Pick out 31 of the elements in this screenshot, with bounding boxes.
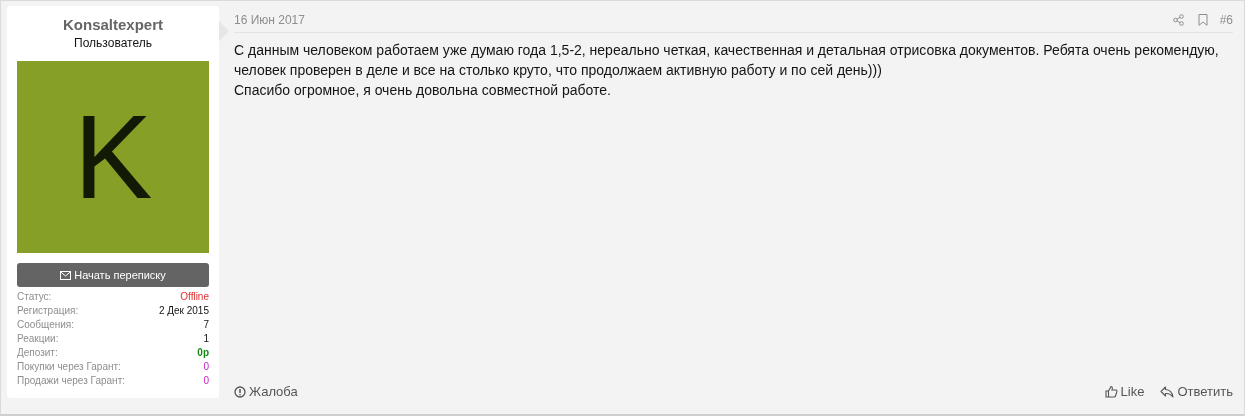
post-text: С данным человеком работаем уже думаю года 1,5-2, нереально четкая, качественная и детальная отрисовка документов. Ребята очень рекомендую, человек проверен в деле и все на столько круто, что продолжаем активную работу и по сей день))) Спасибо огромное, я очень довольна совместной работе. [234,41,1220,100]
stat-value: Offline [180,290,209,304]
stat-value: 1 [203,332,209,346]
stat-value: 0р [197,346,209,360]
stat-label: Продажи через Гарант: [17,374,125,388]
thumbs-up-icon [1104,385,1118,398]
bookmark-icon[interactable] [1197,13,1208,26]
user-role: Пользователь [73,36,153,51]
stat-label: Покупки через Гарант: [17,360,121,374]
stat-label: Статус: [17,290,52,304]
stat-value: 0 [203,360,209,374]
avatar[interactable]: K [17,61,209,253]
stat-value: 0 [203,374,209,388]
reply-link[interactable]: Ответить [1160,384,1233,399]
share-icon[interactable] [1172,13,1184,26]
stat-label: Реакции: [17,332,59,346]
alert-icon [234,385,246,398]
reply-arrow-icon [1160,385,1175,398]
username[interactable]: Konsaltexpert [17,16,209,34]
envelope-icon [60,270,72,280]
stat-label: Регистрация: [17,304,79,318]
post-date[interactable]: 16 Июн 2017 [234,12,1159,27]
post-number[interactable]: #6 [1219,12,1233,27]
stat-label: Сообщения: [17,318,75,332]
start-conversation-button[interactable]: Начать переписку [17,263,209,287]
report-link[interactable]: Жалоба [234,384,298,399]
pointer-arrow [219,21,229,41]
stat-value: 2 Дек 2015 [158,304,209,318]
stat-label: Депозит: [17,346,58,360]
like-link[interactable]: Like [1104,384,1145,399]
stat-value: 7 [203,318,209,332]
